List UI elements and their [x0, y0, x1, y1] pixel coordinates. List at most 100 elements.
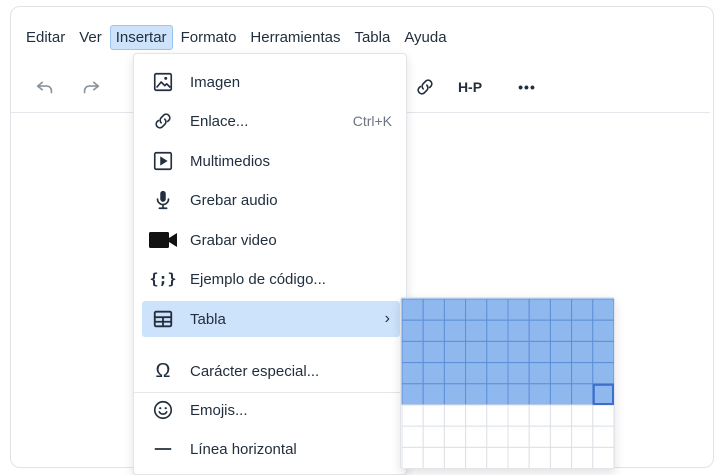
table-grid-cell[interactable] [422, 362, 445, 385]
table-grid-cell[interactable] [401, 383, 424, 406]
table-grid-cell[interactable] [422, 383, 445, 406]
table-grid-cell[interactable] [507, 298, 530, 321]
table-grid-cell[interactable] [571, 340, 594, 364]
table-grid-cell[interactable] [443, 383, 467, 406]
undo-button[interactable] [30, 72, 60, 102]
table-grid-cell[interactable] [528, 425, 551, 448]
table-grid-cell[interactable] [571, 319, 594, 342]
table-grid-cell[interactable] [465, 298, 488, 321]
table-grid-cell[interactable] [507, 383, 530, 406]
table-grid-cell[interactable] [592, 446, 614, 468]
table-grid-cell[interactable] [443, 446, 467, 468]
menu-item-ejemplo-codigo[interactable]: {;} Ejemplo de código... [142, 261, 400, 297]
h5p-button[interactable]: H-P [452, 72, 488, 102]
menu-item-grabar-video[interactable]: Grabar video [142, 222, 400, 258]
table-grid-cell[interactable] [571, 362, 594, 385]
table-grid-cell[interactable] [401, 446, 424, 468]
menu-herramientas[interactable]: Herramientas [244, 25, 346, 50]
table-grid-cell[interactable] [465, 362, 488, 385]
table-grid-cell[interactable] [549, 383, 573, 406]
table-grid-cell[interactable] [443, 425, 467, 448]
table-grid-cell[interactable] [592, 319, 614, 342]
table-grid-cell[interactable] [465, 319, 488, 342]
table-grid-cell[interactable] [507, 362, 530, 385]
table-grid-cell[interactable] [507, 404, 530, 427]
table-grid-cell[interactable] [528, 362, 551, 385]
table-grid-cell[interactable] [507, 319, 530, 342]
menu-ayuda[interactable]: Ayuda [398, 25, 452, 50]
table-grid-cell[interactable] [549, 298, 573, 321]
table-grid-cell[interactable] [401, 340, 424, 364]
table-grid-cell[interactable] [443, 298, 467, 321]
table-grid-cell[interactable] [443, 319, 467, 342]
menu-item-multimedios[interactable]: Multimedios [142, 143, 400, 179]
table-size-picker[interactable] [400, 297, 615, 469]
table-grid-cell[interactable] [571, 298, 594, 321]
table-grid-cell[interactable] [592, 383, 614, 406]
table-grid-cell[interactable] [507, 425, 530, 448]
table-grid-cell[interactable] [592, 425, 614, 448]
menu-insertar[interactable]: Insertar [109, 24, 173, 50]
table-grid-cell[interactable] [465, 383, 488, 406]
table-grid-cell[interactable] [528, 383, 551, 406]
table-grid[interactable] [401, 298, 614, 468]
table-grid-cell[interactable] [422, 446, 445, 468]
table-grid-cell[interactable] [443, 404, 467, 427]
menu-editar[interactable]: Editar [20, 25, 71, 50]
menu-item-imagen[interactable]: Imagen [142, 64, 400, 100]
table-grid-cell[interactable] [528, 319, 551, 342]
link-button[interactable] [410, 72, 440, 102]
table-grid-cell[interactable] [528, 340, 551, 364]
table-grid-cell[interactable] [443, 362, 467, 385]
table-grid-cell[interactable] [592, 340, 614, 364]
menu-item-enlace[interactable]: Enlace... Ctrl+K [142, 103, 400, 139]
table-grid-cell[interactable] [465, 404, 488, 427]
menu-tabla[interactable]: Tabla [348, 25, 396, 50]
table-grid-cell[interactable] [571, 383, 594, 406]
menu-ver[interactable]: Ver [73, 25, 108, 50]
table-grid-cell[interactable] [528, 404, 551, 427]
table-grid-cell[interactable] [571, 404, 594, 427]
table-grid-cell[interactable] [486, 362, 509, 385]
table-grid-cell[interactable] [549, 362, 573, 385]
table-grid-cell[interactable] [422, 404, 445, 427]
table-grid-cell[interactable] [401, 425, 424, 448]
redo-button[interactable] [76, 72, 106, 102]
table-grid-cell[interactable] [486, 425, 509, 448]
table-grid-cell[interactable] [486, 404, 509, 427]
menu-item-tabla[interactable]: Tabla › [142, 301, 400, 337]
table-grid-cell[interactable] [401, 362, 424, 385]
table-grid-cell[interactable] [422, 340, 445, 364]
table-grid-cell[interactable] [486, 319, 509, 342]
table-grid-cell[interactable] [486, 383, 509, 406]
table-grid-cell[interactable] [528, 446, 551, 468]
table-grid-cell[interactable] [507, 340, 530, 364]
menu-item-grebar-audio[interactable]: Grebar audio [142, 182, 400, 218]
table-grid-cell[interactable] [422, 425, 445, 448]
table-grid-cell[interactable] [401, 298, 424, 321]
menu-item-caracter-especial[interactable]: Ω Carácter especial... [142, 353, 400, 389]
table-grid-cell[interactable] [592, 404, 614, 427]
table-grid-cell[interactable] [549, 340, 573, 364]
table-grid-cell[interactable] [401, 319, 424, 342]
table-grid-cell[interactable] [592, 298, 614, 321]
table-grid-cell[interactable] [549, 319, 573, 342]
table-grid-cell[interactable] [422, 298, 445, 321]
table-grid-cell[interactable] [401, 404, 424, 427]
table-grid-cell[interactable] [422, 319, 445, 342]
table-grid-cell[interactable] [465, 446, 488, 468]
menu-item-emojis[interactable]: Emojis... [142, 392, 400, 428]
menu-formato[interactable]: Formato [175, 25, 243, 50]
table-grid-cell[interactable] [528, 298, 551, 321]
table-grid-cell[interactable] [486, 298, 509, 321]
table-grid-cell[interactable] [571, 425, 594, 448]
table-grid-cell[interactable] [465, 425, 488, 448]
table-grid-cell[interactable] [571, 446, 594, 468]
table-grid-cell[interactable] [549, 446, 573, 468]
table-grid-cell[interactable] [486, 446, 509, 468]
table-grid-cell[interactable] [465, 340, 488, 364]
table-grid-cell[interactable] [549, 425, 573, 448]
table-grid-cell[interactable] [592, 362, 614, 385]
table-grid-cell[interactable] [507, 446, 530, 468]
table-grid-cell[interactable] [486, 340, 509, 364]
